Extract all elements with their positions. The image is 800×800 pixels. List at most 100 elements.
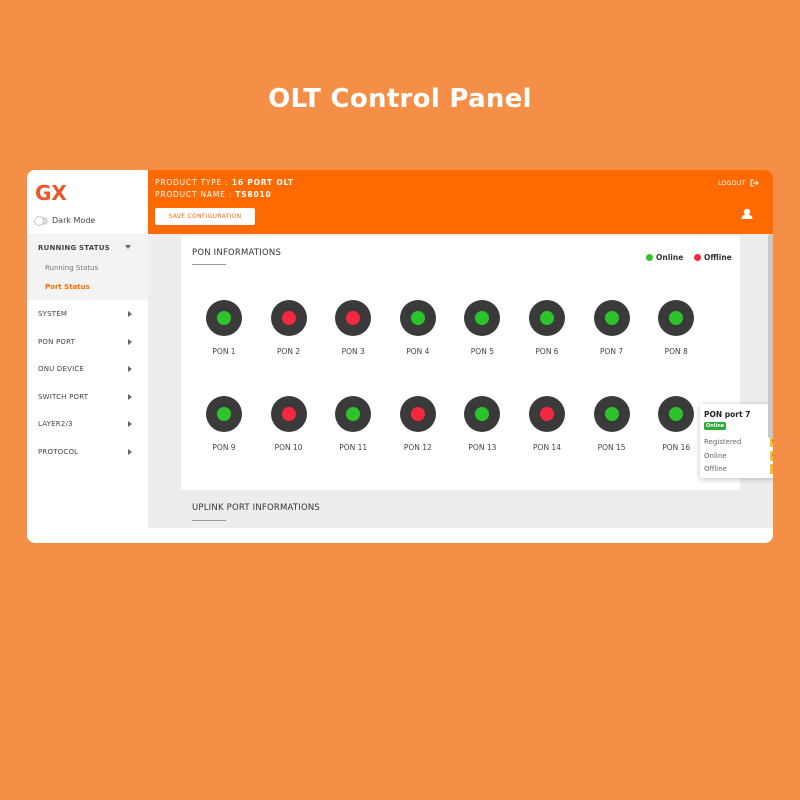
pon-port-indicator[interactable] <box>206 396 242 432</box>
pon-port-indicator[interactable] <box>593 396 630 432</box>
logout-label: LOGOUT <box>718 179 746 187</box>
pon-port[interactable]: PON 8 <box>651 300 701 360</box>
pon-port[interactable]: PON 11 <box>328 396 378 456</box>
pon-port-label: PON 16 <box>662 443 691 452</box>
pon-port[interactable]: PON 12 <box>393 396 443 456</box>
dark-mode-label: Dark Mode <box>52 216 96 225</box>
pon-port-label: PON 15 <box>597 443 626 452</box>
pon-port-label: PON 6 <box>535 347 559 356</box>
pon-port-indicator[interactable] <box>464 396 501 432</box>
menu-system[interactable]: SYSTEM <box>27 308 148 322</box>
running-status-group: RUNNING STATUS Running Status Port Statu… <box>27 234 148 300</box>
status-badge: Online <box>704 422 727 430</box>
top-header: PRODUCT TYPE : 16 PORT OLT PRODUCT NAME … <box>148 170 773 234</box>
status-dot-icon <box>410 407 425 421</box>
online-dot-icon <box>646 254 653 261</box>
pon-port-indicator[interactable] <box>335 396 372 432</box>
sidebar: GX Dark Mode RUNNING STATUS Running Stat… <box>27 170 148 528</box>
main-content: PON INFORMATIONS Online Offline PON 1 PON… <box>148 234 773 528</box>
app-window: GX Dark Mode RUNNING STATUS Running Stat… <box>27 170 773 543</box>
submenu-running-status[interactable]: Running Status <box>45 264 98 272</box>
pon-port[interactable]: PON 10 <box>264 396 314 456</box>
vertical-scrollbar[interactable] <box>768 234 773 438</box>
pon-port[interactable]: PON 14 <box>522 396 572 456</box>
pon-port-label: PON 13 <box>468 443 497 452</box>
pon-port[interactable]: PON 9 <box>199 396 249 456</box>
menu-onu-device[interactable]: ONU DEVICE <box>27 363 148 377</box>
pon-port-indicator[interactable] <box>399 300 436 336</box>
submenu-port-status[interactable]: Port Status <box>45 283 90 291</box>
pon-port[interactable]: PON 5 <box>457 300 507 360</box>
pon-port[interactable]: PON 1 <box>199 300 249 360</box>
status-dot-icon <box>410 311 425 325</box>
svg-text:GX: GX <box>35 182 67 204</box>
tooltip-online-count: 6 <box>770 451 773 461</box>
status-dot-icon <box>217 407 231 421</box>
legend-offline: Offline <box>694 253 732 262</box>
status-dot-icon <box>540 407 554 421</box>
pon-port-label: PON 1 <box>212 347 236 356</box>
chevron-right-icon <box>128 394 132 400</box>
logout-icon <box>750 179 760 187</box>
menu-layer2-3[interactable]: LAYER2/3 <box>27 418 148 432</box>
user-icon[interactable] <box>741 208 753 219</box>
menu-switch-port[interactable]: SWITCH PORT <box>27 391 148 405</box>
gx-logo: GX <box>35 181 69 205</box>
menu-label: ONU DEVICE <box>38 365 85 373</box>
pon-port-label: PON 2 <box>276 347 301 356</box>
page-title: OLT Control Panel <box>268 84 532 114</box>
status-dot-icon <box>604 311 619 325</box>
logout-button[interactable]: LOGOUT <box>718 179 760 187</box>
uplink-title-underline <box>192 520 226 521</box>
pon-port-indicator[interactable] <box>464 300 501 336</box>
menu-label: LAYER2/3 <box>38 420 73 428</box>
pon-port[interactable]: PON 4 <box>393 300 443 360</box>
pon-port[interactable]: PON 15 <box>587 396 637 456</box>
legend-online: Online <box>646 253 683 262</box>
pon-port-indicator[interactable] <box>335 300 372 336</box>
chevron-right-icon <box>128 421 132 427</box>
pon-port-label: PON 9 <box>212 443 236 452</box>
chevron-right-icon <box>128 366 132 372</box>
pon-port-label: PON 12 <box>403 443 432 452</box>
pon-port[interactable]: PON 6 <box>522 300 572 360</box>
pon-port[interactable]: PON 7 <box>587 300 637 360</box>
pon-port-indicator[interactable] <box>270 396 307 432</box>
pon-port-indicator[interactable] <box>399 396 436 432</box>
pon-port-label: PON 8 <box>664 347 688 356</box>
save-configuration-button[interactable]: SAVE CONFIGURATION <box>155 208 255 225</box>
pon-port-indicator[interactable] <box>593 300 630 336</box>
pon-port-indicator[interactable] <box>270 300 307 336</box>
status-dot-icon <box>669 311 684 325</box>
pon-port-label: PON 4 <box>406 347 430 356</box>
menu-label: SWITCH PORT <box>38 393 89 401</box>
pon-port[interactable]: PON 3 <box>328 300 378 360</box>
pon-port-indicator[interactable] <box>658 396 695 432</box>
toggle-switch[interactable] <box>34 215 48 226</box>
title-underline <box>192 264 226 265</box>
pon-port-label: PON 11 <box>339 443 368 452</box>
offline-dot-icon <box>694 254 701 261</box>
menu-pon-port[interactable]: PON PORT <box>27 336 148 350</box>
menu-protocol[interactable]: PROTOCOL <box>27 446 148 460</box>
pon-port-label: PON 10 <box>274 443 303 452</box>
menu-label: PROTOCOL <box>38 448 79 456</box>
pon-port-label: PON 5 <box>470 347 494 356</box>
pon-port-indicator[interactable] <box>529 396 565 432</box>
menu-running-status[interactable]: RUNNING STATUS <box>38 244 110 252</box>
uplink-section-title: UPLINK PORT INFORMATIONS <box>192 503 321 513</box>
pon-port-label: PON 14 <box>533 443 561 452</box>
pon-port[interactable]: PON 13 <box>457 396 507 456</box>
chevron-down-icon[interactable] <box>125 245 131 249</box>
chevron-right-icon <box>128 449 132 455</box>
dark-mode-toggle[interactable]: Dark Mode <box>34 215 96 226</box>
pon-port-indicator[interactable] <box>658 300 695 336</box>
tooltip-offline-count: 3 <box>770 464 773 474</box>
legend-online-label: Online <box>656 253 684 262</box>
status-dot-icon <box>346 407 361 421</box>
menu-label: PON PORT <box>38 338 76 346</box>
pon-port-indicator[interactable] <box>206 300 242 336</box>
pon-port[interactable]: PON 16 <box>651 396 701 456</box>
pon-port-indicator[interactable] <box>529 300 565 336</box>
pon-port[interactable]: PON 2 <box>264 300 314 360</box>
